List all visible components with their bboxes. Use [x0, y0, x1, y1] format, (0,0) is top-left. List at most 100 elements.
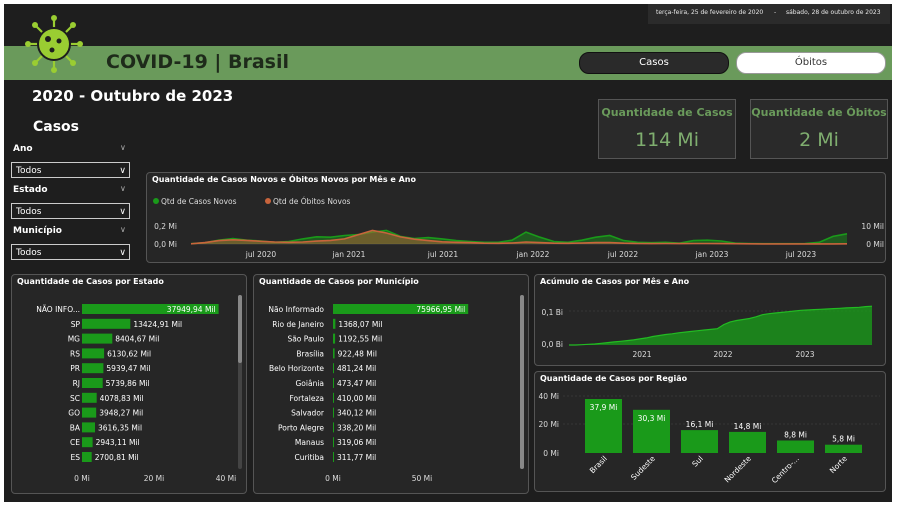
state-bar[interactable] [82, 437, 93, 448]
scrollbar-track[interactable] [520, 295, 524, 469]
municipio-category-label: Brasília [296, 349, 324, 358]
scrollbar-thumb[interactable] [520, 295, 524, 469]
date-separator: - [774, 9, 777, 16]
state-category-label: PR [70, 364, 80, 373]
region-category-label: Sul [690, 454, 705, 469]
region-bar[interactable] [777, 440, 814, 454]
municipio-value-label: 410,00 Mil [337, 394, 376, 403]
municipio-value-label: 340,12 Mil [337, 409, 376, 418]
municipio-bar[interactable] [333, 452, 334, 462]
state-bar[interactable] [82, 452, 92, 462]
state-bar[interactable] [82, 318, 131, 329]
estado-dropdown[interactable]: Todos ∨ [11, 203, 130, 219]
y-tick-label: 40 Mi [539, 392, 559, 401]
chart-by-municipio: Não Informado 75966,95 Mil Rio de Janeiro 1… [268, 304, 469, 483]
state-category-label: CE [70, 438, 80, 447]
ano-dropdown[interactable]: Todos ∨ [11, 162, 130, 178]
y-tick-label: 0 Mi [543, 449, 559, 458]
state-bar[interactable] [82, 363, 104, 374]
municipio-category-label: Rio de Janeiro [272, 320, 324, 329]
municipio-bar[interactable] [333, 392, 334, 403]
ano-chevron-icon[interactable]: ∨ [120, 143, 126, 152]
state-category-label: GO [68, 409, 80, 418]
kpi-obitos-card: Quantidade de Óbitos 2 Mi [750, 99, 888, 159]
region-bar[interactable] [825, 444, 862, 453]
region-bar[interactable] [681, 430, 718, 453]
kpi-casos-value: 114 Mi [635, 129, 699, 151]
chart-municipio-panel: Quantidade de Casos por Município Não In… [253, 274, 529, 494]
state-category-label: RJ [73, 379, 80, 388]
virus-logo-icon [25, 15, 83, 73]
state-bar[interactable] [82, 422, 95, 433]
chart-new-cases-deaths-panel: Quantidade de Casos Novos e Óbitos Novos… [146, 172, 886, 263]
x-tick-label: 40 Mi [216, 474, 236, 483]
state-category-label: RS [70, 349, 80, 358]
region-value-label: 8,8 Mi [784, 430, 807, 439]
x-tick-label: jul 2021 [427, 250, 459, 259]
x-tick-label: jan 2021 [332, 250, 366, 259]
state-value-label: 8404,67 Mil [115, 335, 159, 344]
state-bar[interactable] [82, 392, 97, 403]
municipio-category-label: Goiânia [295, 379, 324, 388]
region-value-label: 37,9 Mi [590, 403, 618, 412]
municipio-category-label: Fortaleza [290, 394, 325, 403]
municipio-value-label: 473,47 Mil [337, 379, 376, 388]
municipio-bar[interactable] [333, 348, 335, 359]
region-value-label: 16,1 Mi [686, 420, 714, 429]
municipio-bar[interactable] [333, 318, 336, 329]
state-category-label: MG [68, 335, 80, 344]
municipio-bar[interactable] [333, 363, 334, 374]
state-value-label: 3616,35 Mil [98, 423, 142, 432]
state-value-label: 37949,94 Mil [167, 305, 216, 314]
date-start[interactable]: terça-feira, 25 de fevereiro de 2020 [656, 4, 763, 22]
municipio-bar[interactable] [333, 422, 334, 433]
state-bar[interactable] [82, 333, 113, 344]
municipio-category-label: Manaus [295, 438, 324, 447]
municipio-bar[interactable] [333, 333, 336, 344]
obitos-button[interactable]: Óbitos [736, 52, 886, 74]
municipio-value-label: 1368,07 Mil [338, 320, 382, 329]
state-bar[interactable] [82, 378, 103, 388]
y-tick-label: 20 Mi [539, 420, 559, 429]
municipio-bar[interactable] [333, 407, 334, 418]
scrollbar-track[interactable] [238, 295, 242, 469]
chevron-down-icon: ∨ [119, 166, 126, 176]
state-bar[interactable] [82, 348, 105, 359]
municipio-value-label: 922,48 Mil [338, 349, 377, 358]
state-value-label: 13424,91 Mil [133, 320, 182, 329]
municipio-category-label: Curitiba [294, 453, 324, 462]
legend-casos-label: Qtd de Casos Novos [161, 197, 237, 206]
estado-chevron-icon[interactable]: ∨ [120, 184, 126, 193]
date-range-slicer[interactable]: terça-feira, 25 de fevereiro de 2020 - s… [648, 4, 890, 24]
municipio-value-label: 311,77 Mil [337, 453, 376, 462]
casos-button[interactable]: Casos [579, 52, 729, 74]
municipio-bar[interactable] [333, 378, 334, 388]
state-bar[interactable] [82, 407, 97, 418]
municipio-category-label: Não Informado [268, 305, 324, 314]
date-end[interactable]: sábado, 28 de outubro de 2023 [786, 4, 881, 22]
state-value-label: 6130,62 Mil [107, 349, 151, 358]
region-category-label: Sudeste [629, 454, 657, 482]
region-category-label: Nordeste [723, 454, 754, 485]
x-tick-label: jul 2022 [607, 250, 639, 259]
municipio-value-label: 338,20 Mil [337, 423, 376, 432]
chart-by-region: 40 Mi 20 Mi 0 Mi 37,9 Mi Brasil 30,3 Mi Sud… [539, 392, 880, 485]
region-bar[interactable] [729, 431, 766, 453]
municipio-value-label: 319,06 Mil [337, 438, 376, 447]
ano-label: Ano [13, 144, 33, 154]
municipio-chevron-icon[interactable]: ∨ [120, 225, 126, 234]
municipio-bar[interactable] [333, 437, 334, 448]
municipio-dropdown[interactable]: Todos ∨ [11, 244, 130, 260]
x-tick-label: jul 2020 [245, 250, 277, 259]
municipio-category-label: Porto Alegre [278, 423, 324, 432]
ano-value: Todos [16, 166, 42, 176]
municipio-category-label: Salvador [291, 409, 325, 418]
chart-state-panel: Quantidade de Casos por Estado NÃO INFO.… [11, 274, 247, 494]
region-category-label: Centro-... [770, 454, 801, 485]
legend-casos-icon [153, 198, 159, 204]
x-tick-label: 0 Mi [325, 474, 341, 483]
period-heading: 2020 - Outubro de 2023 [32, 87, 234, 105]
kpi-obitos-value: 2 Mi [799, 129, 839, 151]
scrollbar-thumb[interactable] [238, 295, 242, 363]
chart-by-state: NÃO INFO... 37949,94 Mil SP 13424,91 Mil MG 8… [36, 304, 236, 483]
